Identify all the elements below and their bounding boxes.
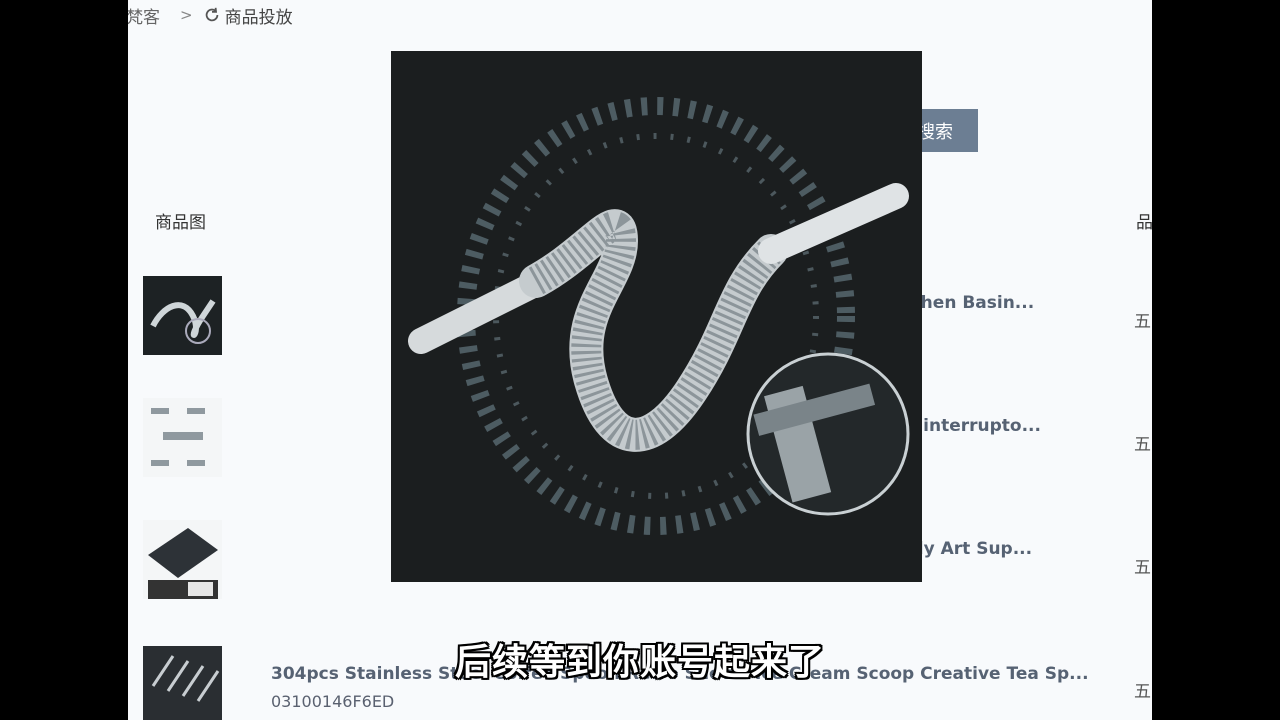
row-right-cell: 五 — [1134, 558, 1151, 578]
breadcrumb: 梵客 > 商品投放 — [128, 3, 293, 28]
product-code: 03100146F6ED — [271, 692, 395, 711]
product-thumbnail[interactable] — [143, 520, 222, 599]
video-subtitle: 后续等到你账号起来了 — [454, 642, 825, 683]
image-preview-overlay[interactable] — [391, 51, 922, 582]
app-window: 梵客 > 商品投放 ⌕ 搜索 商品图 品 — [128, 0, 1152, 720]
column-header-image: 商品图 — [155, 213, 206, 233]
product-preview-image — [408, 97, 910, 535]
row-right-cell: 五 — [1134, 435, 1151, 455]
refresh-icon[interactable] — [203, 6, 221, 24]
breadcrumb-current: 商品投放 — [224, 7, 293, 28]
row-right-cell: 五 — [1134, 312, 1151, 332]
search-button-label: 搜索 — [917, 121, 953, 142]
product-thumbnail[interactable] — [143, 398, 222, 477]
breadcrumb-separator: > — [180, 6, 193, 24]
breadcrumb-parent[interactable]: 梵客 — [128, 3, 160, 28]
column-header-partial: 品 — [1136, 213, 1152, 233]
product-thumbnail[interactable] — [143, 276, 222, 355]
